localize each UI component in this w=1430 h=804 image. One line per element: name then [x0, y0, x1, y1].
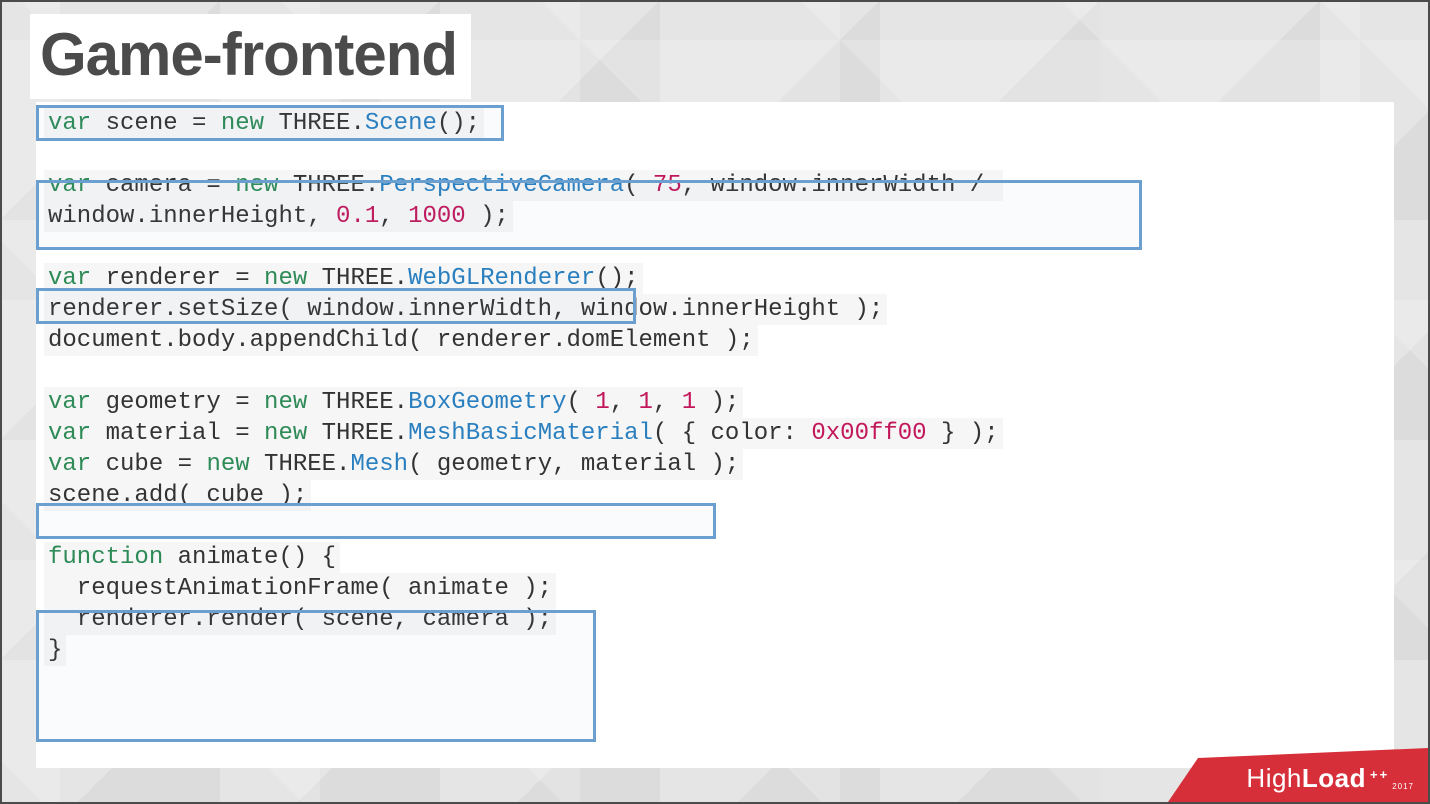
code-line-content: window.innerHeight, 0.1, 1000 ); — [44, 201, 513, 232]
code-line — [44, 232, 1386, 263]
logo-plus: ++ — [1370, 767, 1389, 782]
code-line-content: var renderer = new THREE.WebGLRenderer()… — [44, 263, 643, 294]
code-line-content: document.body.appendChild( renderer.domE… — [44, 325, 758, 356]
code-line: var camera = new THREE.PerspectiveCamera… — [44, 170, 1386, 201]
slide-frame: Game-frontend var scene = new THREE.Scen… — [0, 0, 1430, 804]
logo-text: HighLoad ++ 2017 — [1246, 763, 1414, 794]
logo-strong: Load — [1302, 763, 1366, 794]
code-line-content: renderer.render( scene, camera ); — [44, 604, 556, 635]
code-line-content: function animate() { — [44, 542, 340, 573]
code-line: renderer.setSize( window.innerWidth, win… — [44, 294, 1386, 325]
code-line: var cube = new THREE.Mesh( geometry, mat… — [44, 449, 1386, 480]
code-line: requestAnimationFrame( animate ); — [44, 573, 1386, 604]
code-line: scene.add( cube ); — [44, 480, 1386, 511]
code-line-content: } — [44, 635, 66, 666]
code-line: window.innerHeight, 0.1, 1000 ); — [44, 201, 1386, 232]
code-line: var geometry = new THREE.BoxGeometry( 1,… — [44, 387, 1386, 418]
code-line — [44, 511, 1386, 542]
code-line: renderer.render( scene, camera ); — [44, 604, 1386, 635]
slide-title: Game-frontend — [40, 20, 457, 89]
logo-year: 2017 — [1392, 782, 1414, 791]
code-line-content: var camera = new THREE.PerspectiveCamera… — [44, 170, 1003, 201]
code-line — [44, 139, 1386, 170]
code-line: document.body.appendChild( renderer.domE… — [44, 325, 1386, 356]
code-line: var material = new THREE.MeshBasicMateri… — [44, 418, 1386, 449]
code-line: var scene = new THREE.Scene(); — [44, 108, 1386, 139]
highload-logo: HighLoad ++ 2017 — [1168, 748, 1428, 802]
code-line — [44, 356, 1386, 387]
code-line-content: var cube = new THREE.Mesh( geometry, mat… — [44, 449, 743, 480]
code-line: function animate() { — [44, 542, 1386, 573]
code-line-content: requestAnimationFrame( animate ); — [44, 573, 556, 604]
code-block: var scene = new THREE.Scene(); var camera… — [36, 102, 1394, 768]
code-line: } — [44, 635, 1386, 666]
logo-prefix: High — [1246, 763, 1301, 794]
code-line-content: var geometry = new THREE.BoxGeometry( 1,… — [44, 387, 743, 418]
code-line-content: var material = new THREE.MeshBasicMateri… — [44, 418, 1003, 449]
title-container: Game-frontend — [30, 14, 471, 99]
code-line-content: scene.add( cube ); — [44, 480, 311, 511]
code-line-content: renderer.setSize( window.innerWidth, win… — [44, 294, 887, 325]
code-line-content: var scene = new THREE.Scene(); — [44, 108, 484, 139]
code-line: var renderer = new THREE.WebGLRenderer()… — [44, 263, 1386, 294]
